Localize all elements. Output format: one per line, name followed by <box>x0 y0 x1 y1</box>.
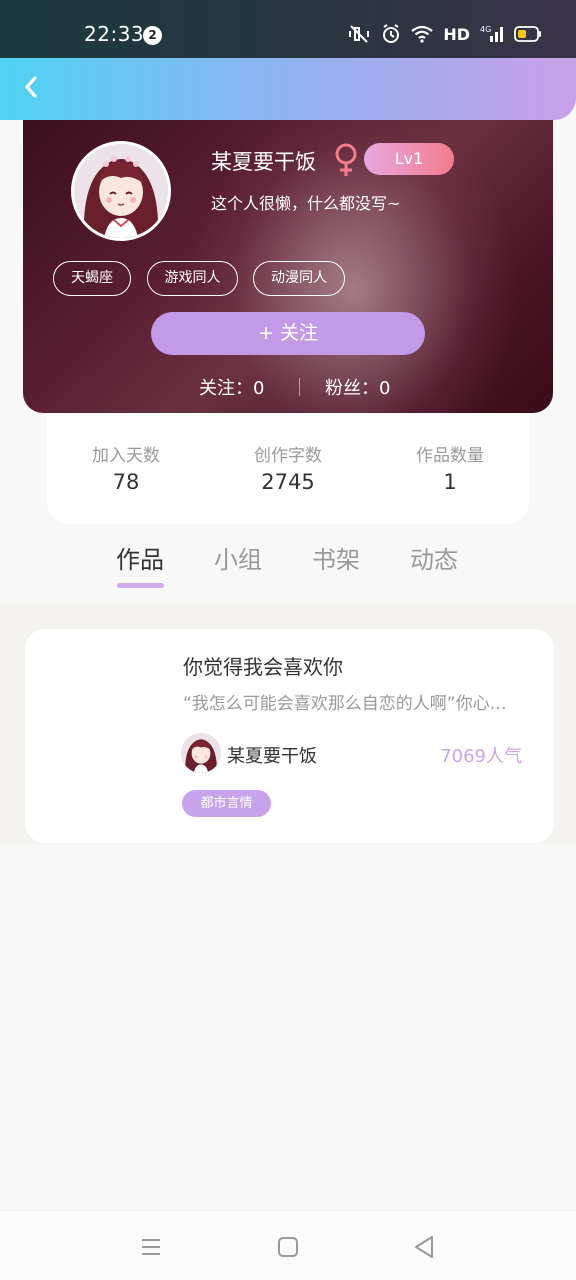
wifi-icon <box>411 25 434 43</box>
status-time: 22:33 <box>84 22 145 46</box>
work-title: 你觉得我会喜欢你 <box>183 655 343 679</box>
mute-icon <box>349 25 370 43</box>
following-count[interactable]: 关注：0 <box>199 374 264 400</box>
stat-label: 加入天数 <box>92 446 160 466</box>
tab-works[interactable]: 作品 <box>116 540 164 575</box>
profile-signature: 这个人很懒，什么都没写~ <box>211 194 401 213</box>
profile-tag: 动漫同人 <box>253 261 345 296</box>
tab-bookshelf[interactable]: 书架 <box>312 540 360 575</box>
work-card[interactable]: 你觉得我会喜欢你 “我怎么可能会喜欢那么自恋的人啊”你心… 某夏要干饭 7069… <box>25 629 554 843</box>
stat-value: 78 <box>112 470 140 494</box>
system-nav-bar <box>0 1210 576 1280</box>
network-label: HD <box>443 24 470 44</box>
tab-groups[interactable]: 小组 <box>214 540 262 575</box>
home-square-icon <box>278 1237 298 1257</box>
nav-home-button[interactable] <box>274 1233 302 1261</box>
stat-label: 创作字数 <box>254 446 322 466</box>
profile-tag: 游戏同人 <box>147 261 238 296</box>
work-author: 某夏要干饭 <box>227 746 317 767</box>
back-button[interactable] <box>14 70 48 104</box>
header-bar <box>0 58 576 120</box>
author-avatar <box>181 733 221 773</box>
female-icon <box>335 143 357 176</box>
alarm-icon <box>383 24 400 43</box>
follow-button[interactable]: + 关注 <box>151 312 425 355</box>
avatar[interactable] <box>71 141 171 241</box>
status-icons: HD 4G <box>347 24 542 44</box>
profile-tag: 天蝎座 <box>53 261 131 296</box>
avatar-image <box>74 144 168 238</box>
stat-label: 作品数量 <box>416 446 484 466</box>
level-badge: Lv1 <box>364 143 454 175</box>
back-triangle-icon <box>415 1236 433 1258</box>
genre-tag[interactable]: 都市言情 <box>182 790 271 817</box>
author-avatar-image <box>181 733 221 773</box>
stat-divider <box>299 378 300 396</box>
stats-card: 加入天数 78 创作字数 2745 作品数量 1 <box>47 413 529 524</box>
svg-text:4G: 4G <box>480 25 491 34</box>
nav-menu-button[interactable] <box>137 1233 165 1261</box>
signal-4g-icon: 4G <box>480 25 503 42</box>
status-bar: 22:33 2 HD 4G <box>0 0 576 58</box>
profile-card: 某夏要干饭 Lv1 这个人很懒，什么都没写~ 天蝎座 游戏同人 动漫同人 + 关… <box>23 120 553 413</box>
work-popularity: 7069人气 <box>440 746 522 767</box>
stat-word-count: 创作字数 2745 <box>218 441 358 494</box>
nav-back-button[interactable] <box>410 1233 438 1261</box>
stat-join-days: 加入天数 78 <box>56 441 196 494</box>
chevron-left-icon <box>25 76 37 98</box>
tab-activity[interactable]: 动态 <box>410 540 458 575</box>
work-excerpt: “我怎么可能会喜欢那么自恋的人啊”你心… <box>183 694 507 714</box>
menu-icon <box>142 1239 160 1255</box>
profile-username: 某夏要干饭 <box>211 150 316 174</box>
stat-value: 2745 <box>261 470 315 494</box>
notification-count-badge: 2 <box>143 26 162 45</box>
active-tab-indicator <box>117 583 164 588</box>
tab-bar: 作品 小组 书架 动态 <box>0 530 576 605</box>
followers-count[interactable]: 粉丝：0 <box>325 374 390 400</box>
stat-work-count: 作品数量 1 <box>380 441 520 494</box>
stat-value: 1 <box>443 470 457 494</box>
battery-icon <box>514 26 541 42</box>
